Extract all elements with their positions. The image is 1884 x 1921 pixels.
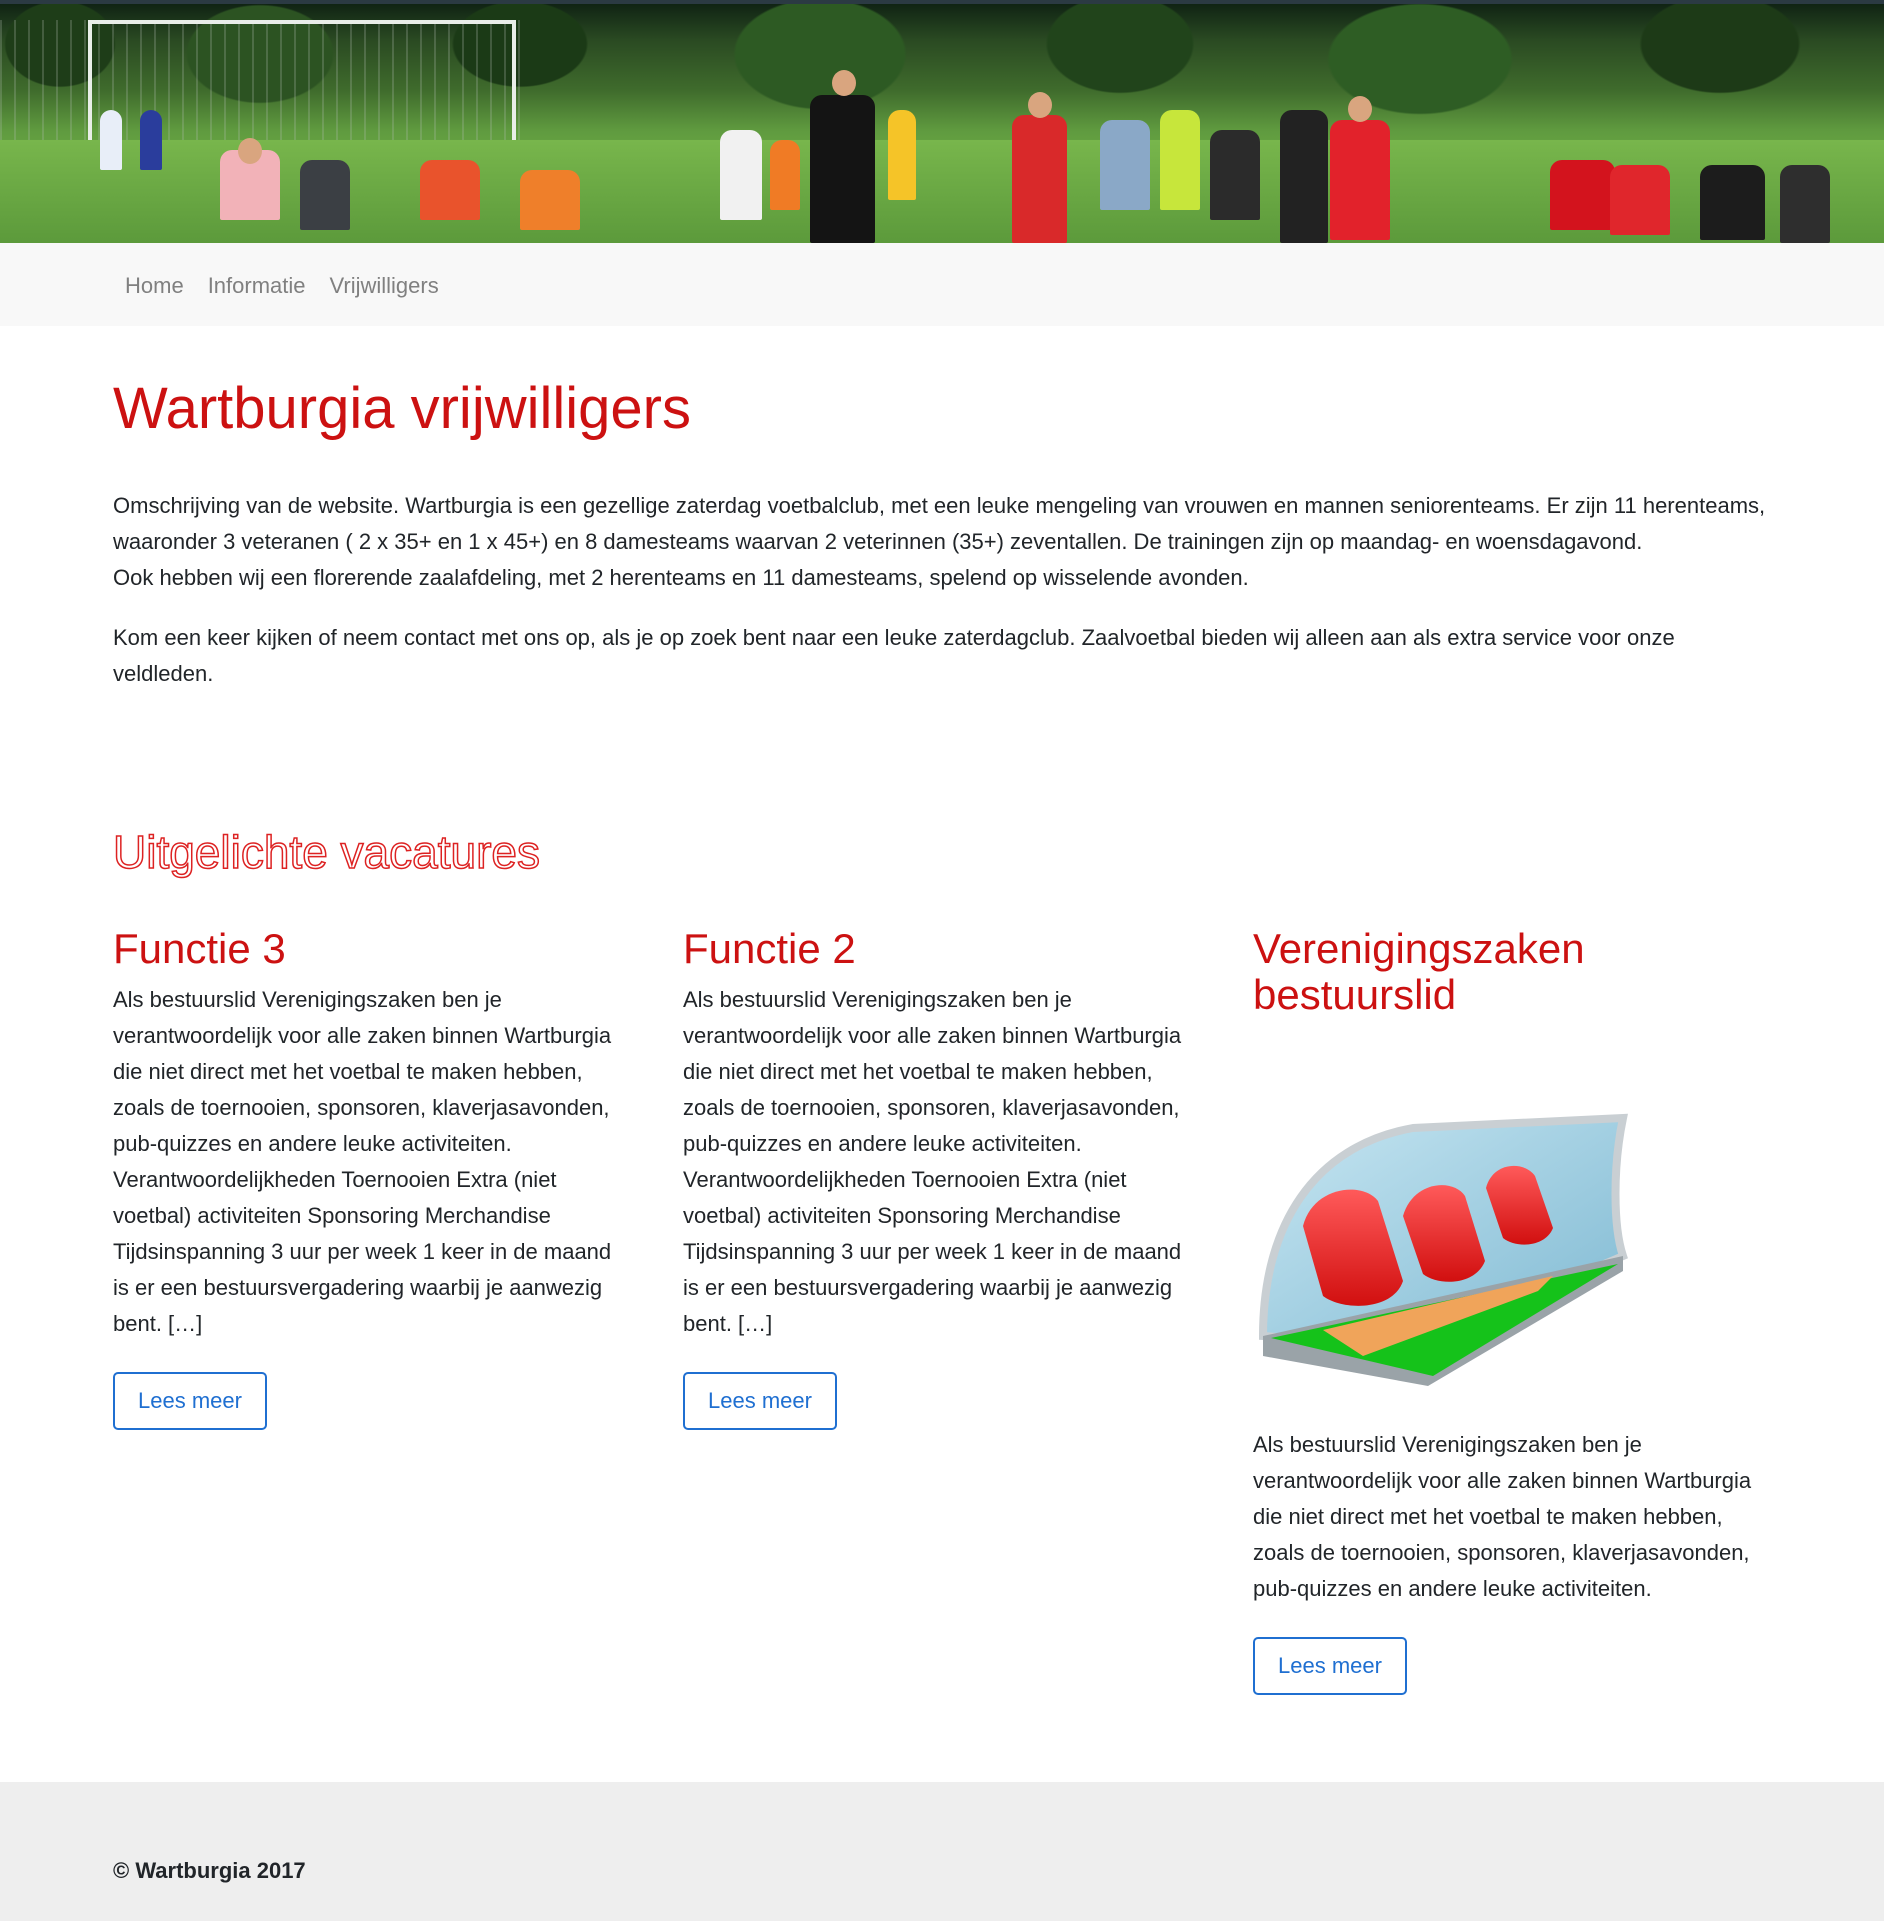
vacancy-title: Functie 2 (683, 925, 856, 972)
vacancy-card: Functie 3 Als bestuurslid Verenigingszak… (113, 926, 625, 1430)
nav-item-vrijwilligers[interactable]: Vrijwilligers (318, 271, 451, 301)
read-more-button[interactable]: Lees meer (1253, 1637, 1407, 1695)
intro-paragraph-1: Omschrijving van de website. Wartburgia … (113, 493, 1766, 590)
read-more-button[interactable]: Lees meer (683, 1372, 837, 1430)
read-more-button[interactable]: Lees meer (113, 1372, 267, 1430)
vacancy-description: Als bestuurslid Verenigingszaken ben je … (1253, 1432, 1752, 1601)
top-navbar: Home Informatie Vrijwilligers (0, 243, 1884, 326)
nav-item-home[interactable]: Home (113, 271, 196, 301)
vacancy-description: Als bestuurslid Verenigingszaken ben je … (683, 987, 1182, 1336)
page-title: Wartburgia vrijwilligers (113, 376, 691, 441)
vacancy-card: Functie 2 Als bestuurslid Verenigingszak… (683, 926, 1195, 1430)
nav-item-informatie[interactable]: Informatie (196, 271, 318, 301)
copyright-text: © Wartburgia 2017 (113, 1858, 306, 1883)
nav-links: Home Informatie Vrijwilligers (113, 271, 451, 301)
intro-text: Omschrijving van de website. Wartburgia … (113, 488, 1771, 716)
footer: © Wartburgia 2017 (0, 1782, 1884, 1921)
vacancy-title: Functie 3 (113, 925, 286, 972)
vacancy-title: Verenigingszaken bestuurslid (1253, 925, 1585, 1018)
vacancy-description: Als bestuurslid Verenigingszaken ben je … (113, 987, 612, 1336)
section-title-vacatures: Uitgelichte vacatures (112, 825, 540, 879)
dugout-bench-icon (1258, 1113, 1628, 1386)
intro-paragraph-2: Kom een keer kijken of neem contact met … (113, 625, 1675, 686)
vacancy-card: Verenigingszaken bestuurslid Als bestuur… (1253, 926, 1765, 1695)
header-banner-image (0, 0, 1884, 243)
